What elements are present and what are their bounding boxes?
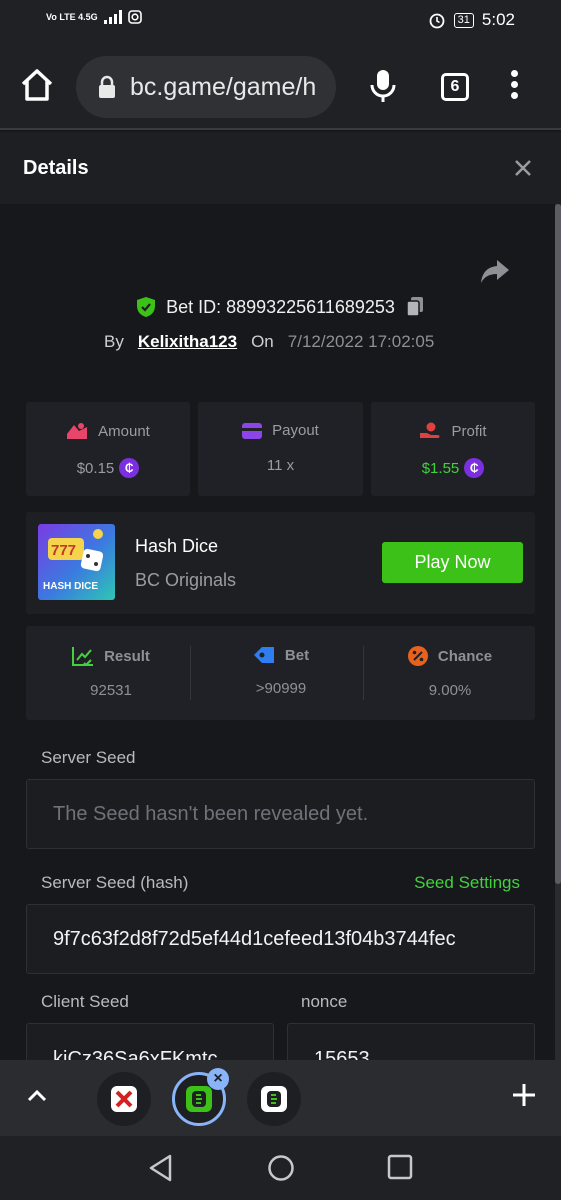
result-value: 92531 (90, 682, 132, 699)
browser-toolbar: bc.game/game/h 6 (0, 42, 561, 130)
bet-value: >90999 (255, 680, 307, 697)
bet-id: Bet ID: 88993225611689253 (166, 296, 395, 317)
bet-date: 7/12/2022 17:02:05 (287, 332, 435, 351)
system-navigation-bar (0, 1136, 561, 1200)
tab-1[interactable] (97, 1072, 151, 1126)
scrollbar[interactable] (555, 204, 561, 1060)
payout-value: 11 x (266, 457, 295, 474)
address-bar[interactable]: bc.game/game/h (76, 56, 336, 118)
lock-icon (99, 75, 115, 98)
url-text: bc.game/game/h (130, 72, 317, 101)
nonce-label: nonce (301, 992, 348, 1011)
tag-icon (253, 647, 274, 663)
seed-settings-link[interactable]: Seed Settings (414, 873, 520, 893)
result-label: Result (104, 647, 150, 665)
payout-label: Payout (272, 422, 319, 439)
client-seed-value: kiCz36Sa6xFKmtc (53, 1048, 218, 1060)
overflow-menu-icon[interactable] (511, 70, 521, 103)
chance-label: Chance (437, 647, 493, 665)
network-indicator: Vo LTE 4.5G (46, 11, 98, 22)
instagram-icon (127, 10, 142, 24)
bc-game-icon (186, 1086, 212, 1112)
microphone-icon[interactable] (368, 68, 398, 104)
modal-header: Details (0, 132, 561, 204)
result-cell: Result 92531 (26, 626, 196, 720)
client-seed-label: Client Seed (41, 992, 129, 1011)
server-seed-label: Server Seed (41, 748, 136, 767)
chance-cell: Chance 9.00% (365, 626, 535, 720)
wallet-icon (242, 422, 263, 439)
profit-label: Profit (451, 422, 487, 440)
coin-icon: ₵ (464, 458, 485, 478)
chance-value: 9.00% (428, 682, 472, 699)
battery-indicator: 31 (453, 12, 474, 28)
server-seed-placeholder: The Seed hasn't been revealed yet. (53, 802, 369, 825)
tab-3[interactable] (247, 1072, 301, 1126)
amount-card: Amount $0.15 ₵ (26, 402, 190, 496)
nonce-field[interactable]: 15653 (287, 1023, 535, 1060)
modal-title: Details (23, 157, 89, 179)
server-seed-hash-label: Server Seed (hash) (41, 873, 189, 892)
home-nav-icon[interactable] (267, 1154, 295, 1182)
profit-card: Profit $1.55 ₵ (371, 402, 535, 496)
bet-cell: Bet >90999 (196, 626, 366, 720)
game-provider: BC Originals (135, 570, 237, 590)
percent-icon (407, 646, 428, 666)
game-name: Hash Dice (135, 536, 219, 556)
copy-icon[interactable] (405, 296, 425, 318)
amount-icon (67, 423, 88, 439)
outcome-panel: Result 92531 Bet >90999 Chance 9.00% (26, 626, 535, 720)
game-card: 777 HASH DICE Hash Dice BC Originals Pla… (26, 512, 535, 614)
bet-details-panel: Bet ID: 88993225611689253 By Kelixitha12… (0, 204, 561, 1060)
profit-hand-icon (420, 422, 440, 438)
shield-check-icon (137, 297, 156, 317)
game-thumbnail-text: HASH DICE (43, 581, 99, 592)
new-tab-icon[interactable] (511, 1082, 537, 1108)
client-seed-field[interactable]: kiCz36Sa6xFKmtc (26, 1023, 274, 1060)
bet-id-row: Bet ID: 88993225611689253 (0, 296, 561, 318)
bet-meta: By Kelixitha123 On 7/12/2022 17:02:05 (104, 332, 434, 352)
chevron-up-icon[interactable] (25, 1084, 49, 1108)
bet-label: Bet (284, 646, 310, 664)
svg-text:777: 777 (51, 542, 76, 559)
share-icon[interactable] (480, 258, 510, 284)
amount-label: Amount (98, 422, 150, 440)
bc-game-icon (261, 1086, 287, 1112)
tab-switcher-button[interactable]: 6 (441, 73, 469, 101)
back-icon[interactable] (148, 1154, 174, 1182)
username-link[interactable]: Kelixitha123 (138, 332, 237, 352)
server-seed-hash-value: 9f7c63f2d8f72d5ef44d1cefeed13f04b3744fec (53, 927, 456, 950)
play-now-button[interactable]: Play Now (382, 542, 523, 583)
chart-check-icon (72, 647, 94, 666)
game-thumbnail[interactable]: 777 HASH DICE (38, 524, 115, 600)
slot-dice-icon: 777 (48, 529, 104, 572)
nonce-value: 15653 (314, 1048, 370, 1060)
profit-value: $1.55 (421, 459, 460, 477)
by-label: By (104, 332, 124, 351)
clock: 5:02 (481, 10, 515, 29)
payout-card: Payout 11 x (198, 402, 363, 496)
amount-value: $0.15 (76, 459, 115, 477)
close-tab-icon[interactable]: × (207, 1068, 229, 1090)
alarm-icon (429, 13, 445, 29)
close-icon[interactable] (513, 158, 533, 178)
server-seed-field[interactable]: The Seed hasn't been revealed yet. (26, 779, 535, 849)
x-site-icon (111, 1086, 137, 1112)
home-icon[interactable] (18, 66, 56, 104)
recents-icon[interactable] (387, 1154, 413, 1180)
on-label: On (251, 332, 274, 351)
tab-strip: × (0, 1060, 561, 1136)
signal-icon (103, 10, 122, 24)
server-seed-hash-field[interactable]: 9f7c63f2d8f72d5ef44d1cefeed13f04b3744fec (26, 904, 535, 974)
status-bar: Vo LTE 4.5G 31 5:02 (0, 0, 561, 42)
coin-icon: ₵ (119, 458, 140, 478)
